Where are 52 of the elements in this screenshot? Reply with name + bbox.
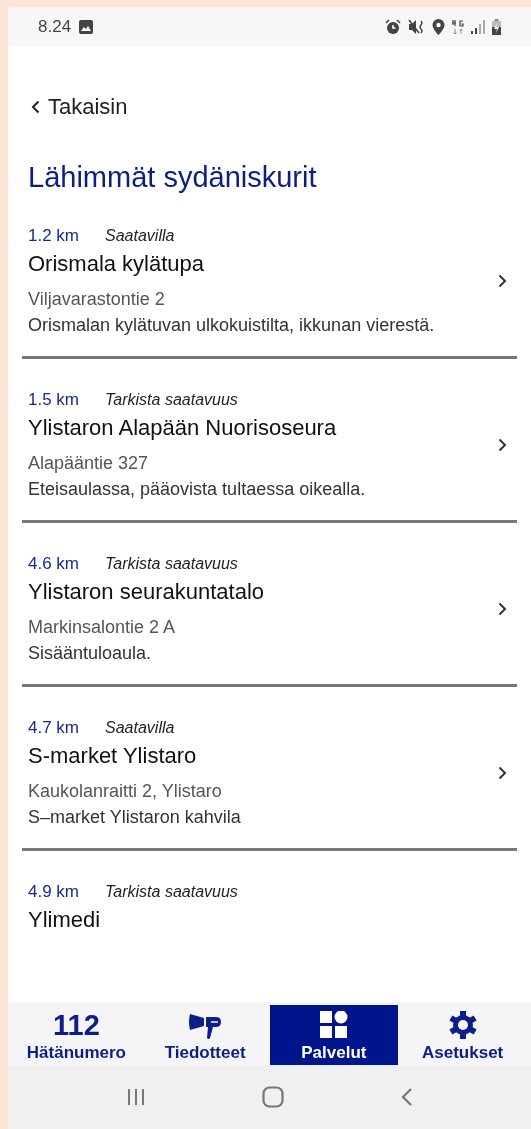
- alarm-icon: [385, 18, 401, 35]
- location-description: Eteisaulassa, pääovista tultaessa oikealla.: [28, 478, 367, 501]
- distance: 4.7 km: [28, 717, 80, 739]
- availability-status: Saatavilla: [105, 226, 175, 246]
- chevron-right-icon: [498, 601, 507, 616]
- location-list-item[interactable]: 1.5 km Tarkista saatavuus Ylistaron Alapään Nuorisoseura Alapääntie 327 Eteisaulassa, pääovista tultaessa oikealla.: [22, 377, 517, 523]
- address: Kaukolanraitti 2, Ylistaro: [28, 780, 223, 803]
- address: Alapääntie 327: [28, 452, 150, 475]
- location-name: Orismala kylätupa: [28, 250, 206, 278]
- chevron-right-icon: [498, 437, 507, 452]
- battery-icon: [492, 18, 501, 35]
- page-title: Lähimmät sydäniskurit: [28, 160, 318, 195]
- location-name: Ylimedi: [28, 906, 102, 934]
- mute-icon: [408, 18, 425, 35]
- location-name: S-market Ylistaro: [28, 742, 198, 770]
- address: Markinsalontie 2 A: [28, 616, 177, 639]
- location-name: Ylistaron Alapään Nuorisoseura: [28, 414, 338, 442]
- location-list-item[interactable]: 1.2 km Saatavilla Orismala kylätupa Viljavarastontie 2 Orismalan kylätuvan ulkokuistilta, ikkunan vierestä.: [22, 213, 517, 359]
- availability-status: Saatavilla: [105, 718, 175, 738]
- availability-status: Tarkista saatavuus: [105, 390, 238, 410]
- availability-status: Tarkista saatavuus: [105, 882, 238, 902]
- settings-icon: [447, 1010, 478, 1040]
- location-list-item[interactable]: 4.9 km Tarkista saatavuus Ylimedi: [22, 869, 517, 941]
- nav-tab[interactable]: Palvelut: [269, 1005, 399, 1067]
- nav-tab[interactable]: Tiedotteet: [140, 1005, 270, 1067]
- distance: 1.2 km: [28, 225, 80, 247]
- location-description: Orismalan kylätuvan ulkokuistilta, ikkunan vierestä.: [28, 314, 436, 337]
- network-icon: [452, 18, 464, 35]
- location-description: Sisääntuloaula.: [28, 642, 153, 665]
- chevron-left-icon: [31, 99, 40, 114]
- address: Viljavarastontie 2: [28, 288, 166, 311]
- back-link[interactable]: Takaisin: [31, 90, 128, 123]
- recent-apps-icon[interactable]: [126, 1088, 147, 1106]
- location-description: S–market Ylistaron kahvila: [28, 806, 242, 829]
- image-icon: [79, 19, 94, 34]
- distance: 4.9 km: [28, 881, 80, 903]
- emergency-number: 112: [52, 1009, 100, 1041]
- availability-status: Tarkista saatavuus: [105, 554, 238, 574]
- back-icon[interactable]: [400, 1087, 413, 1107]
- signal-icon: [471, 19, 485, 34]
- chevron-right-icon: [498, 765, 507, 780]
- location-list-item[interactable]: 4.6 km Tarkista saatavuus Ylistaron seurakuntatalo Markinsalontie 2 A Sisääntuloaula.: [22, 541, 517, 687]
- distance: 4.6 km: [28, 553, 80, 575]
- location-icon: [432, 18, 445, 35]
- home-icon[interactable]: [262, 1086, 285, 1108]
- nav-tab[interactable]: 112 Hätänumero: [12, 1005, 141, 1067]
- status-time: 8.24: [38, 15, 72, 38]
- grid-icon: [319, 1011, 348, 1039]
- chevron-right-icon: [498, 273, 507, 288]
- location-name: Ylistaron seurakuntatalo: [28, 578, 266, 606]
- location-list-item[interactable]: 4.7 km Saatavilla S-market Ylistaro Kaukolanraitti 2, Ylistaro S–market Ylistaron kahvila: [22, 705, 517, 851]
- distance: 1.5 km: [28, 389, 80, 411]
